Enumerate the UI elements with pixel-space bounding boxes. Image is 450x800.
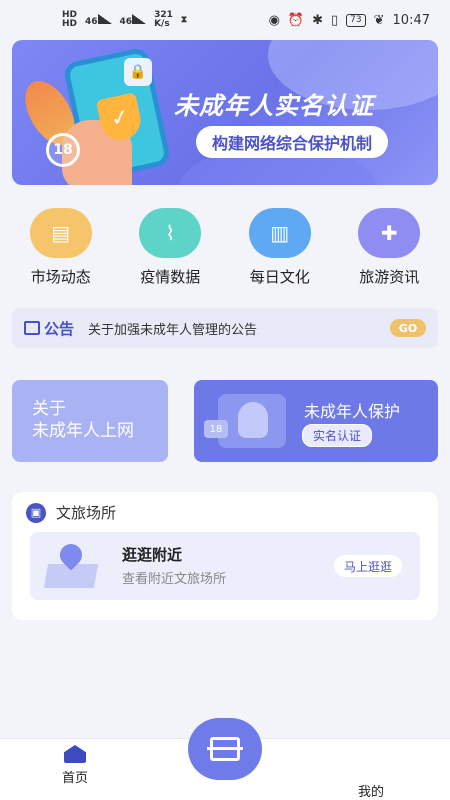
places-header: ▣ 文旅场所 — [26, 502, 116, 523]
book-icon: ▥ — [248, 208, 311, 258]
minor-protection-card[interactable]: 18 未成年人保护 实名认证 — [194, 380, 438, 462]
hourglass-icon: ⧗ — [180, 15, 188, 25]
chart-icon: ⌇ — [139, 208, 202, 258]
status-right: ◉ ⏰ ✱ ▯ 73 ❦ 10:47 — [269, 13, 430, 28]
hero-banner[interactable]: ✓ 🔒 18 未成年人实名认证 构建网络综合保护机制 — [12, 40, 438, 185]
map-pin-icon — [43, 539, 99, 588]
status-left: HD HD 46 46 321 K/s ⧗ — [62, 11, 187, 29]
status-bar: HD HD 46 46 321 K/s ⧗ ◉ ⏰ ✱ ▯ 73 ❦ 10:47 — [0, 0, 450, 40]
quick-nav: ▤ 市场动态 ⌇ 疫情数据 ▥ 每日文化 ✚ 旅游资讯 — [0, 208, 450, 287]
places-section: ▣ 文旅场所 逛逛附近 查看附近文旅场所 马上逛逛 — [12, 492, 438, 620]
gamepad-icon: ✚ — [358, 208, 421, 258]
card-left-line1: 关于 — [32, 399, 66, 419]
quick-nav-epidemic[interactable]: ⌇ 疫情数据 — [116, 208, 226, 287]
quick-nav-travel[interactable]: ✚ 旅游资讯 — [335, 208, 445, 287]
card-left-line2: 未成年人上网 — [32, 421, 134, 441]
quick-nav-culture[interactable]: ▥ 每日文化 — [225, 208, 335, 287]
newspaper-icon: ▤ — [29, 208, 92, 258]
no-18-icon: 18 — [46, 133, 80, 167]
signal-icon-1: 46 — [85, 13, 112, 27]
notice-tag: 公告 — [24, 318, 74, 339]
tab-home[interactable]: 首页 — [50, 745, 100, 786]
lock-icon: 🔒 — [124, 58, 152, 86]
quick-nav-label: 每日文化 — [249, 268, 310, 286]
person-icon — [238, 402, 268, 438]
quick-nav-market[interactable]: ▤ 市场动态 — [6, 208, 116, 287]
quick-nav-label: 疫情数据 — [140, 268, 201, 286]
scan-icon — [207, 737, 243, 761]
hd-bottom: HD — [62, 19, 78, 29]
notice-text: 关于加强未成年人管理的公告 — [88, 322, 258, 338]
quick-nav-label: 市场动态 — [30, 268, 91, 286]
quick-nav-label: 旅游资讯 — [359, 268, 420, 286]
net-speed: 321 K/s — [154, 10, 173, 29]
clock-time: 10:47 — [392, 12, 430, 28]
tab-mine[interactable]: 我的 — [358, 781, 384, 800]
places-title: 文旅场所 — [56, 504, 117, 522]
card-right-title: 未成年人保护 — [304, 402, 401, 421]
about-minors-card[interactable]: 关于 未成年人上网 — [12, 380, 168, 462]
nearby-title: 逛逛附近 — [122, 546, 183, 564]
venue-icon: ▣ — [26, 502, 46, 523]
eye-icon: ◉ — [268, 12, 280, 28]
leaf-icon: ❦ — [373, 12, 385, 28]
scan-button[interactable] — [188, 718, 262, 780]
hd-indicator: HD HD — [62, 11, 77, 29]
bluetooth-icon: ✱ — [312, 12, 324, 28]
banner-title: 未成年人实名认证 — [174, 92, 374, 120]
notice-tag-label: 公告 — [44, 319, 75, 338]
nearby-card[interactable]: 逛逛附近 查看附近文旅场所 马上逛逛 — [30, 532, 420, 600]
real-name-button[interactable]: 实名认证 — [302, 424, 373, 447]
notice-bar[interactable]: 公告 关于加强未成年人管理的公告 GO — [12, 308, 438, 348]
notice-icon — [24, 321, 40, 335]
banner-subtitle: 构建网络综合保护机制 — [196, 126, 389, 158]
battery-icon: 73 — [346, 13, 366, 27]
vibrate-icon: ▯ — [331, 12, 339, 28]
signal-icon-2: 46 — [120, 13, 147, 27]
browse-now-button[interactable]: 马上逛逛 — [333, 555, 402, 577]
age-badge: 18 — [204, 420, 228, 438]
tab-home-label: 首页 — [61, 771, 88, 786]
notice-go-button[interactable]: GO — [390, 319, 426, 337]
nearby-subtitle: 查看附近文旅场所 — [122, 572, 227, 587]
home-icon — [64, 745, 86, 763]
alarm-icon: ⏰ — [287, 12, 305, 28]
